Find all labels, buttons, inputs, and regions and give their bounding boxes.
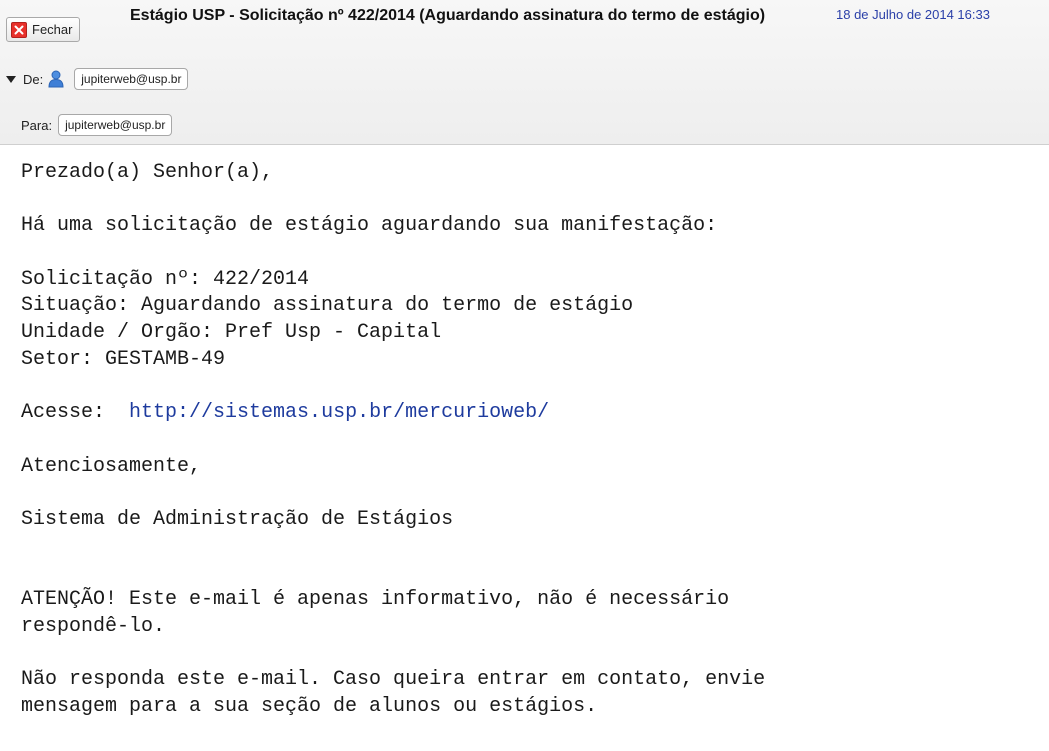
close-button-label: Fechar <box>32 22 73 37</box>
expand-triangle-icon[interactable] <box>6 75 16 83</box>
intro-line: Há uma solicitação de estágio aguardando… <box>21 214 718 238</box>
person-icon <box>48 70 64 88</box>
message-subject: Estágio USP - Solicitação nº 422/2014 (A… <box>130 7 766 24</box>
unit-line: Unidade / Orgão: Pref Usp - Capital <box>21 321 442 345</box>
from-address[interactable]: jupiterweb@usp.br <box>74 68 189 90</box>
closing-line: Atenciosamente, <box>21 454 202 478</box>
reply-line-2: mensagem para a sua seção de alunos ou e… <box>21 694 598 718</box>
close-button[interactable]: Fechar <box>6 17 81 42</box>
close-icon <box>11 21 27 38</box>
reply-line-1: Não responda este e-mail. Caso queira en… <box>21 668 766 692</box>
to-label: Para: <box>21 117 53 133</box>
notice-line-2: respondê-lo. <box>21 614 166 638</box>
status-line: Situação: Aguardando assinatura do termo… <box>21 294 634 318</box>
greeting: Prezado(a) Senhor(a), <box>21 161 274 184</box>
message-date: 18 de Julho de 2014 16:33 <box>836 7 990 22</box>
access-link[interactable]: http://sistemas.usp.br/mercurioweb/ <box>129 401 549 424</box>
to-address[interactable]: jupiterweb@usp.br <box>58 114 173 136</box>
email-viewer: Fechar Estágio USP - Solicitação nº 422/… <box>0 0 1049 751</box>
message-body: Prezado(a) Senhor(a), Há uma solicitação… <box>21 160 1041 721</box>
access-label: Acesse: <box>21 401 106 425</box>
to-row: Para: jupiterweb@usp.br <box>21 113 173 137</box>
request-number-line: Solicitação nº: 422/2014 <box>21 267 310 291</box>
from-label: De: <box>23 71 44 87</box>
notice-line-1: ATENÇÃO! Este e-mail é apenas informativ… <box>21 588 730 612</box>
from-row: De: jupiterweb@usp.br <box>6 67 189 91</box>
sector-line: Setor: GESTAMB-49 <box>21 347 226 371</box>
access-line: Acesse: http://sistemas.usp.br/mercuriow… <box>21 400 1041 427</box>
signature-line: Sistema de Administração de Estágios <box>21 508 454 532</box>
message-header: Fechar Estágio USP - Solicitação nº 422/… <box>0 0 1049 145</box>
